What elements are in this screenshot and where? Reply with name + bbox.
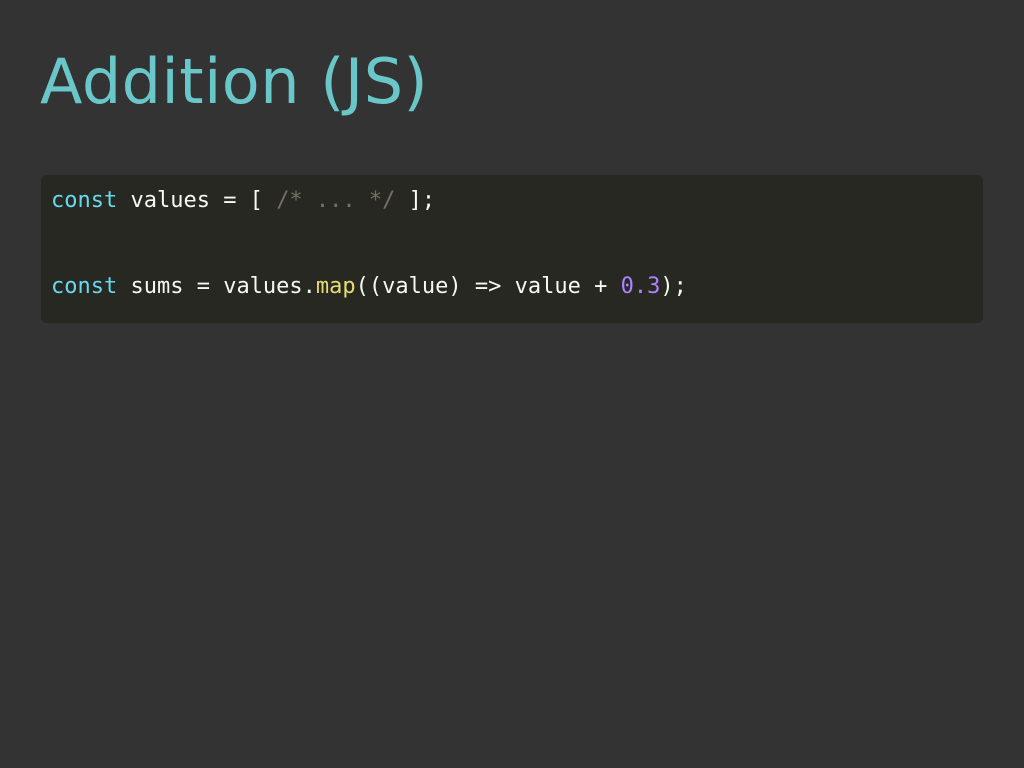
code-line-2: const sums = values.map((value) => value…: [51, 272, 687, 302]
code-text: ];: [395, 188, 436, 213]
code-function-name: map: [315, 274, 356, 299]
code-keyword: const: [51, 188, 118, 213]
code-keyword: const: [51, 274, 118, 299]
code-block: const values = [ /* ... */ ]; const sums…: [41, 175, 983, 323]
code-text: ((value) => value +: [355, 274, 621, 299]
code-number: 0.3: [620, 274, 661, 299]
code-text: );: [660, 274, 687, 299]
code-text: sums = values.: [117, 274, 316, 299]
slide-title: Addition (JS): [40, 45, 429, 118]
code-line-1: const values = [ /* ... */ ];: [51, 186, 435, 216]
slide: Addition (JS) const values = [ /* ... */…: [0, 0, 1024, 768]
code-text: values = [: [117, 188, 277, 213]
code-comment: /* ... */: [276, 188, 396, 213]
